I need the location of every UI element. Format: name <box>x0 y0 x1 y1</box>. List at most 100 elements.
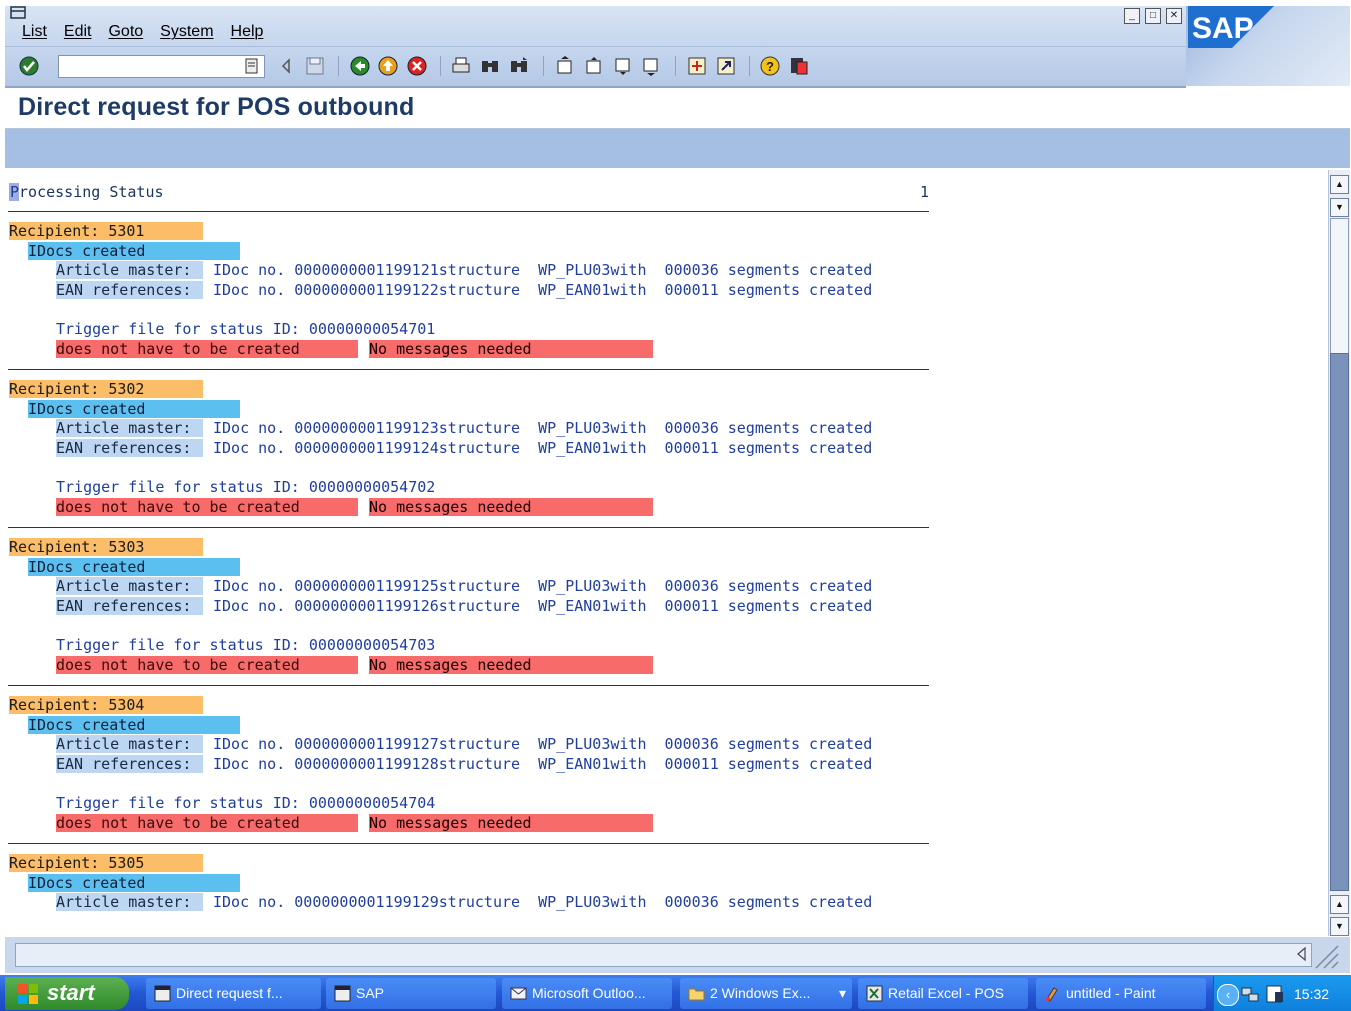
trigger-file-line: Trigger file for status ID: 000000000547… <box>56 320 436 338</box>
segment-type-label: EAN references: <box>56 439 203 457</box>
tray-app-icon[interactable] <box>1265 984 1285 1004</box>
divider <box>8 369 929 370</box>
menu-goto[interactable]: Goto <box>108 23 143 41</box>
command-field[interactable] <box>58 55 265 78</box>
status-expand-icon[interactable] <box>1294 945 1310 963</box>
show-hidden-icons-icon[interactable]: ‹ <box>1217 984 1239 1006</box>
first-page-icon[interactable] <box>555 56 575 76</box>
resize-grip-icon[interactable] <box>1314 944 1340 970</box>
application-toolbar <box>5 129 1350 168</box>
status-no-messages: No messages needed <box>369 656 653 674</box>
network-icon[interactable] <box>1240 984 1260 1004</box>
maximize-button[interactable]: □ <box>1145 8 1161 24</box>
scroll-up-icon[interactable]: ▼ <box>1330 198 1349 217</box>
segment-type-label: EAN references: <box>56 281 203 299</box>
menu-items: List Edit Goto System Help <box>22 23 280 41</box>
start-label: start <box>47 980 95 1005</box>
idoc-line: IDoc no. 0000000001199126structure WP_EA… <box>213 597 873 615</box>
task-windows-explorer[interactable]: 2 Windows Ex... ▾ <box>680 978 852 1009</box>
recipient-label: Recipient: 5305 <box>9 854 203 872</box>
segment-type-label: Article master: <box>56 419 203 437</box>
sap-window-icon <box>154 985 171 1002</box>
status-not-required: does not have to be created <box>56 814 358 832</box>
save-icon[interactable] <box>305 56 325 76</box>
status-no-messages: No messages needed <box>369 814 653 832</box>
paint-icon <box>1046 987 1058 1002</box>
scroll-down-icon[interactable]: ▲ <box>1330 895 1349 914</box>
previous-page-icon[interactable] <box>584 56 604 76</box>
segment-type-label: EAN references: <box>56 755 203 773</box>
idoc-line: IDoc no. 0000000001199124structure WP_EA… <box>213 439 873 457</box>
shortcut-icon[interactable] <box>716 56 736 76</box>
idoc-line: IDoc no. 0000000001199125structure WP_PL… <box>213 577 873 595</box>
menu-list[interactable]: List <box>22 23 47 41</box>
task-paint[interactable]: untitled - Paint <box>1036 978 1206 1009</box>
processing-status-header: Processing Status <box>10 183 164 201</box>
trigger-file-line: Trigger file for status ID: 000000000547… <box>56 636 436 654</box>
toolbar-separator <box>338 56 339 76</box>
sap-logo: SAP <box>1188 6 1274 48</box>
layout-icon[interactable] <box>789 56 809 76</box>
menu-icon[interactable] <box>10 6 28 20</box>
segment-type-label: Article master: <box>56 893 203 911</box>
trigger-file-line: Trigger file for status ID: 000000000547… <box>56 794 436 812</box>
toolbar-separator <box>440 56 441 76</box>
group-dropdown-icon[interactable]: ▾ <box>839 978 846 1009</box>
task-label: untitled - Paint <box>1066 985 1156 1001</box>
help-icon[interactable]: ? <box>760 56 780 76</box>
status-not-required: does not have to be created <box>56 656 358 674</box>
status-not-required: does not have to be created <box>56 498 358 516</box>
create-session-icon[interactable] <box>687 56 707 76</box>
back-icon[interactable] <box>350 56 370 76</box>
divider <box>8 843 929 844</box>
task-label: Direct request f... <box>176 985 283 1001</box>
idoc-line: IDoc no. 0000000001199123structure WP_PL… <box>213 419 873 437</box>
page-number: 1 <box>920 183 930 201</box>
divider <box>8 527 929 528</box>
toolbar-separator <box>675 56 676 76</box>
sap-window-icon <box>334 985 351 1002</box>
last-page-icon[interactable] <box>641 56 661 76</box>
toolbar-separator <box>543 56 544 76</box>
exit-icon[interactable] <box>378 56 398 76</box>
print-icon[interactable] <box>451 56 471 76</box>
recipient-label: Recipient: 5301 <box>9 222 203 240</box>
scrollbar-thumb[interactable] <box>1330 353 1349 891</box>
menu-help[interactable]: Help <box>231 23 264 41</box>
windows-logo-icon <box>18 984 38 1004</box>
menu-system[interactable]: System <box>160 23 213 41</box>
command-history-icon[interactable] <box>242 56 262 76</box>
idocs-created-label: IDocs created <box>28 715 240 734</box>
folder-icon <box>688 988 705 1001</box>
task-outlook[interactable]: Microsoft Outloo... <box>502 978 672 1009</box>
find-icon[interactable] <box>480 56 500 76</box>
divider <box>8 685 929 686</box>
text-cursor <box>9 183 19 201</box>
toolbar-separator <box>749 56 750 76</box>
start-button[interactable]: start <box>5 977 129 1010</box>
scrollbar-track[interactable] <box>1330 218 1349 355</box>
task-retail-excel[interactable]: Retail Excel - POS <box>858 978 1028 1009</box>
task-label: Retail Excel - POS <box>888 985 1004 1001</box>
segment-type-label: EAN references: <box>56 597 203 615</box>
find-next-icon[interactable] <box>509 56 529 76</box>
segment-type-label: Article master: <box>56 261 203 279</box>
scroll-page-down-icon[interactable]: ▼ <box>1330 917 1349 936</box>
recipient-label: Recipient: 5302 <box>9 380 203 398</box>
cancel-icon[interactable] <box>407 56 427 76</box>
enter-icon[interactable] <box>19 56 39 76</box>
excel-icon <box>866 985 883 1002</box>
recipient-label: Recipient: 5304 <box>9 696 203 714</box>
scroll-page-up-icon[interactable]: ▲ <box>1330 175 1349 194</box>
task-sap[interactable]: SAP <box>326 978 496 1009</box>
outlook-icon <box>510 987 527 1000</box>
page-title: Direct request for POS outbound <box>18 93 415 121</box>
idoc-line: IDoc no. 0000000001199122structure WP_EA… <box>213 281 873 299</box>
task-direct-request[interactable]: Direct request f... <box>146 978 321 1009</box>
scroll-left-icon[interactable] <box>277 56 297 76</box>
idoc-line: IDoc no. 0000000001199128structure WP_EA… <box>213 755 873 773</box>
minimize-button[interactable]: _ <box>1124 8 1140 24</box>
next-page-icon[interactable] <box>613 56 633 76</box>
menu-edit[interactable]: Edit <box>64 23 92 41</box>
close-button[interactable]: ✕ <box>1166 8 1182 24</box>
